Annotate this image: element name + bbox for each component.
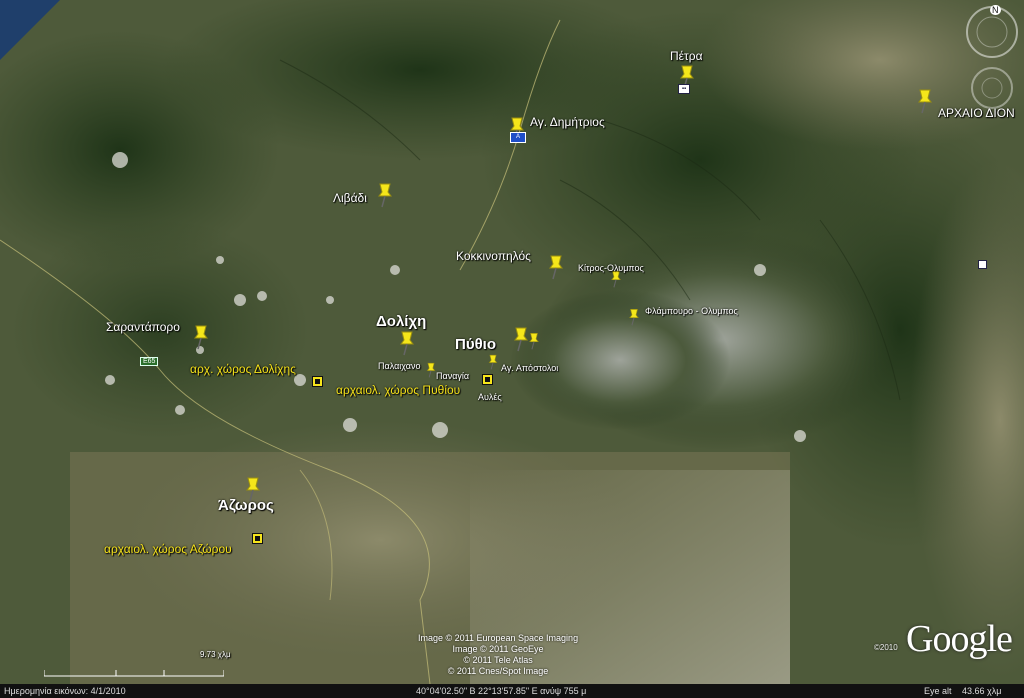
eye-alt-label: Eye alt (924, 686, 952, 696)
poi-icon[interactable] (978, 260, 987, 269)
site-label-dolichi[interactable]: αρχ. χώρος Δολίχης (190, 362, 296, 376)
place-label-archaio-dion[interactable]: ΑΡΧΑΙΟ ΔΙΟΝ (938, 106, 1015, 120)
status-bar: Ημερομηνία εικόνων: 4/1/2010 40°04'02.50… (0, 684, 1024, 698)
place-label-kitros-olympos[interactable]: Κίτρος-Ολυμπος (578, 263, 644, 273)
place-label-ag-dimitrios[interactable]: Αγ. Δημήτριος (530, 115, 605, 129)
pin-icon[interactable] (914, 88, 936, 114)
archaeological-site-icon[interactable] (312, 376, 323, 387)
compass-north-label[interactable]: N (990, 5, 1001, 15)
place-label-sarantaporo[interactable]: Σαραντάπορο (106, 320, 180, 334)
place-label-pythio[interactable]: Πύθιο (455, 336, 496, 353)
credit-line: Image © 2011 GeoEye (452, 644, 544, 654)
pin-icon[interactable] (526, 332, 542, 350)
highway-marker-icon: A (510, 132, 526, 143)
pin-icon[interactable] (486, 354, 500, 370)
place-label-livadi[interactable]: Λιβάδι (333, 191, 367, 205)
place-label-palaichano[interactable]: Παλαιχανο (378, 361, 420, 371)
pin-icon[interactable] (545, 254, 567, 280)
credit-line: © 2011 Tele Atlas (463, 655, 533, 665)
site-label-azoros[interactable]: αρχαιολ. χώρος Αζώρου (104, 542, 232, 556)
place-label-flambouro-olympos[interactable]: Φλάμπουρο - Ολυμπος (645, 306, 738, 316)
pin-icon[interactable] (626, 308, 642, 326)
credit-line: © 2011 Cnes/Spot Image (447, 666, 549, 676)
scale-bar (44, 670, 224, 677)
place-label-dolichi[interactable]: Δολίχη (376, 313, 426, 330)
coordinates-readout: 40°04'02.50" Β 22°13'57.85" Ε ανύψ 755 μ (416, 686, 587, 696)
imagery-credits: Image © 2011 European Space Imaging Imag… (418, 633, 578, 677)
copyright-year: ©2010 (874, 643, 898, 652)
pin-icon[interactable] (190, 324, 212, 350)
site-label-pythio[interactable]: αρχαιολ. χώρος Πυθίου (336, 383, 460, 397)
place-label-avles[interactable]: Αυλές (478, 392, 502, 402)
pin-icon[interactable] (396, 330, 418, 356)
place-label-petra[interactable]: Πέτρα (670, 49, 703, 63)
pin-icon[interactable] (374, 182, 396, 208)
archaeological-site-icon[interactable] (482, 374, 493, 385)
eye-alt-value: 43.66 χλμ (962, 686, 1002, 696)
hotel-icon[interactable]: ▪▪ (678, 84, 690, 94)
credit-line: Image © 2011 European Space Imaging (418, 633, 579, 643)
place-label-panagia[interactable]: Παναγία (436, 371, 469, 381)
image-date: Ημερομηνία εικόνων: 4/1/2010 (4, 686, 126, 696)
scale-label: 9.73 χλμ (200, 650, 231, 659)
place-label-azoros[interactable]: Άζωρος (218, 497, 274, 514)
archaeological-site-icon[interactable] (252, 533, 263, 544)
navigation-controls[interactable] (964, 4, 1020, 114)
place-label-ag-apostoloi[interactable]: Αγ. Απόστολοι (501, 363, 558, 373)
place-label-kokkinopilos[interactable]: Κοκκινοπηλός (456, 249, 531, 263)
google-logo: Google (906, 618, 1013, 660)
road-badge: E65 (140, 357, 159, 366)
